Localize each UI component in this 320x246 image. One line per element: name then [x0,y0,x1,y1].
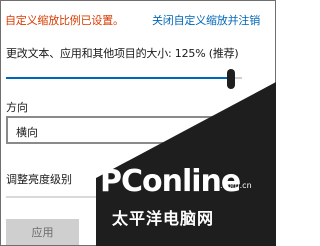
orientation-value: 横向 [16,126,38,139]
scale-label: 更改文本、应用和其他项目的大小: 125% (推荐) [6,47,239,60]
scale-slider[interactable] [6,65,242,91]
display-settings-panel: 自定义缩放比例已设置。 关闭自定义缩放并注销 更改文本、应用和其他项目的大小: … [0,0,276,246]
disable-custom-scaling-link[interactable]: 关闭自定义缩放并注销 [152,12,260,28]
apply-button[interactable]: 应用 [6,219,79,245]
slider-fill [6,77,232,79]
orientation-label: 方向 [6,101,28,114]
brightness-slider[interactable] [6,196,166,198]
brightness-label: 调整亮度级别 [6,173,72,186]
chevron-down-icon [206,127,216,133]
orientation-dropdown[interactable]: 横向 [6,116,227,144]
custom-scaling-warning: 自定义缩放比例已设置。 [5,14,124,27]
slider-thumb[interactable] [227,69,236,89]
